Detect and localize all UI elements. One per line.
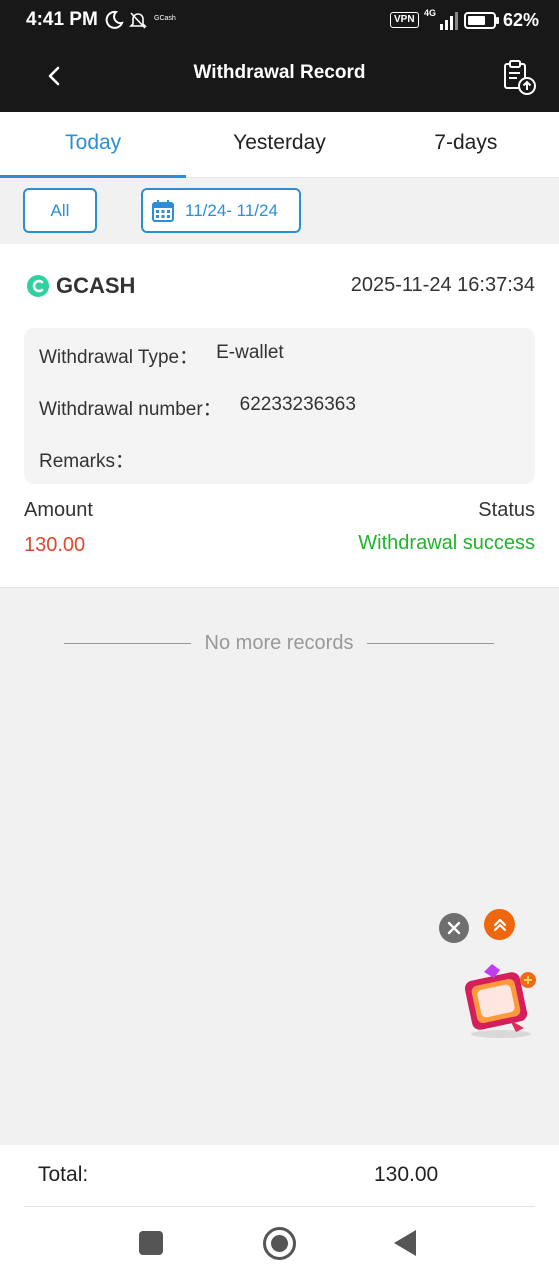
withdrawal-number-row: Withdrawal number： 62233236363 — [39, 394, 356, 421]
notification-app-label: GCash — [154, 15, 176, 22]
withdrawal-type-label: Withdrawal Type： — [39, 347, 199, 368]
status-label: Status — [478, 499, 535, 521]
page-title: Withdrawal Record — [193, 62, 366, 83]
end-of-list: No more records — [64, 632, 494, 655]
home-icon — [271, 1235, 288, 1252]
withdrawal-record-card[interactable]: GCASH 2025-11-24 16:37:34 Withdrawal Typ… — [0, 244, 559, 588]
remarks-row: Remarks： — [39, 446, 152, 473]
recent-apps-button[interactable] — [139, 1231, 163, 1255]
date-range-label: 11/24- 11/24 — [185, 200, 278, 220]
tab-yesterday[interactable]: Yesterday — [186, 112, 372, 177]
withdrawal-number-label: Withdrawal number： — [39, 399, 222, 420]
tab-7-days[interactable]: 7-days — [373, 112, 559, 177]
divider — [64, 643, 191, 644]
no-more-records-text: No more records — [204, 632, 354, 654]
status-bar: 4:41 PM GCash VPN 4G 62% — [0, 0, 559, 40]
total-bar: Total: 130.00 — [0, 1145, 559, 1207]
export-button[interactable] — [500, 58, 538, 96]
clipboard-upload-icon — [504, 60, 536, 95]
filter-all-button[interactable]: All — [23, 188, 97, 233]
vpn-badge: VPN — [390, 12, 419, 28]
signal-icon — [440, 12, 458, 30]
date-tabs: Today Yesterday 7-days — [0, 112, 559, 178]
withdrawal-type-value: E-wallet — [216, 342, 284, 363]
bell-off-icon — [129, 12, 147, 29]
close-float-button[interactable] — [439, 913, 469, 943]
battery-icon — [464, 12, 499, 29]
divider — [367, 643, 494, 644]
app-header: Withdrawal Record — [0, 40, 559, 112]
total-label: Total: — [38, 1163, 89, 1186]
remarks-label: Remarks： — [39, 451, 135, 472]
gcash-logo-icon — [27, 275, 49, 297]
brand-name: GCASH — [56, 273, 136, 298]
close-icon — [447, 921, 461, 935]
network-type: 4G — [424, 8, 437, 18]
withdrawal-number-value: 62233236363 — [239, 394, 356, 415]
calendar-icon — [152, 199, 174, 222]
payment-brand: GCASH — [26, 273, 135, 299]
tab-today[interactable]: Today — [0, 112, 187, 178]
battery-percent: 62% — [503, 10, 540, 30]
scroll-top-button[interactable] — [484, 909, 515, 940]
status-time: 4:41 PM — [26, 9, 98, 30]
moon-icon — [105, 10, 124, 29]
gift-box-icon — [464, 964, 536, 1038]
double-chevron-up-icon — [493, 918, 506, 931]
filter-bar: All 11/24- 11/24 — [0, 178, 559, 244]
status-value: Withdrawal success — [358, 532, 535, 554]
home-button[interactable] — [263, 1227, 296, 1260]
amount-value: 130.00 — [24, 534, 86, 556]
withdrawal-type-row: Withdrawal Type： E-wallet — [39, 342, 284, 369]
amount-label: Amount — [24, 499, 93, 521]
gift-box-button[interactable] — [458, 958, 544, 1040]
record-datetime: 2025-11-24 16:37:34 — [350, 274, 535, 296]
date-range-button[interactable]: 11/24- 11/24 — [141, 188, 301, 233]
total-value: 130.00 — [374, 1163, 439, 1186]
details-box: Withdrawal Type： E-wallet Withdrawal num… — [24, 328, 535, 484]
system-back-button[interactable] — [394, 1230, 416, 1256]
system-nav-bar — [0, 1207, 559, 1280]
